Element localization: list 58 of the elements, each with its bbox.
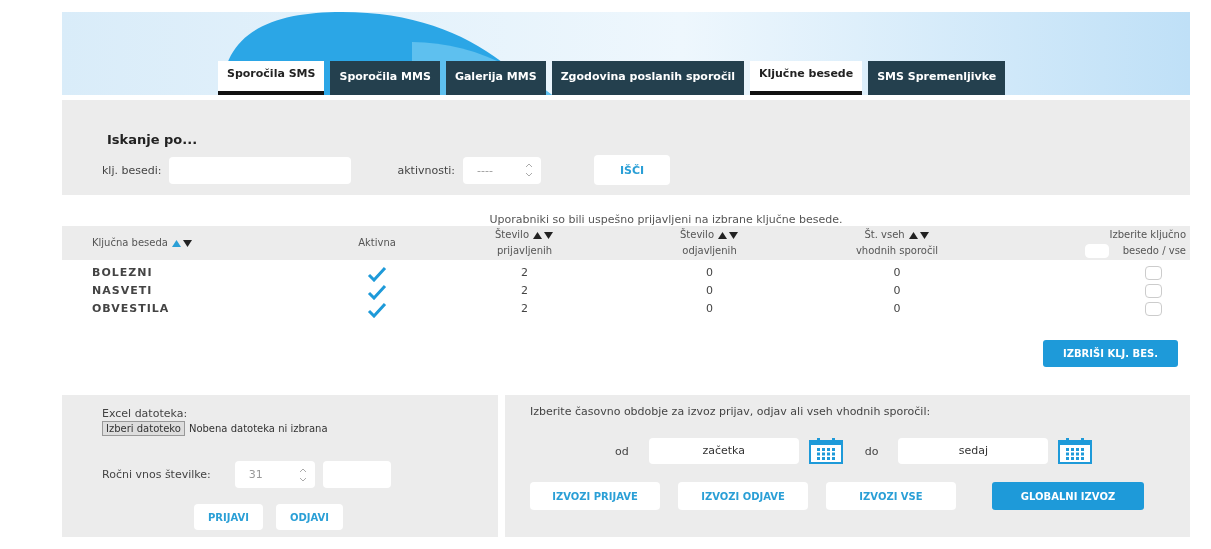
search-title: Iskanje po...: [106, 131, 199, 147]
tab[interactable]: Galerija MMS: [445, 61, 546, 95]
activity-spinner[interactable]: ----: [462, 156, 541, 184]
delete-button[interactable]: IZBRIŠI KLJ. BES.: [1043, 340, 1178, 367]
tab[interactable]: Zgodovina poslanih sporočil: [551, 61, 744, 95]
field-label: do: [864, 444, 879, 458]
export-instructions: Izberite časovno obdobje za izvoz prijav, odjav ali vseh vhodnih sporočil:: [530, 405, 932, 418]
export-button[interactable]: IZVOZI VSE: [826, 482, 956, 510]
column-header: prijavljenih: [496, 244, 553, 258]
calendar-icon[interactable]: [808, 438, 843, 464]
status-message: Uporabniki so bili uspešno prijavljeni na izbrane ključne besede.: [488, 213, 844, 226]
keyword-cell-text: OBVESTILA: [91, 302, 171, 317]
column-header: odjavljenih: [682, 244, 737, 258]
column-header: Izberite ključno: [1109, 228, 1186, 242]
table-cell-text: 2: [520, 284, 529, 299]
checkbox[interactable]: [1145, 284, 1162, 298]
export-button[interactable]: IZVOZI ODJAVE: [678, 482, 808, 510]
checkbox[interactable]: [1145, 302, 1162, 316]
field-label: aktivnosti:: [397, 163, 455, 177]
table-cell-text: 2: [520, 266, 529, 281]
export-button[interactable]: GLOBALNI IZVOZ: [992, 482, 1144, 510]
field-label: Ročni vnos številke:: [102, 468, 211, 481]
table-cell-text: 0: [892, 266, 902, 281]
export-button[interactable]: IZVOZI PRIJAVE: [530, 482, 660, 510]
search-button[interactable]: IŠČI: [593, 155, 671, 185]
action-button[interactable]: ODJAVI: [276, 504, 344, 530]
field-label: od: [615, 444, 629, 458]
column-header: Število: [680, 227, 714, 242]
calendar-icon[interactable]: [1058, 438, 1093, 464]
checkbox[interactable]: [1145, 266, 1162, 280]
table-cell-text: 0: [705, 266, 714, 281]
tab[interactable]: SMS Spremenljivke: [868, 61, 1006, 95]
spinner-arrows-icon: [524, 162, 533, 178]
date-field[interactable]: sedaj: [898, 438, 1049, 464]
column-header: Aktivna: [358, 236, 396, 250]
column-header: besedo / vse: [1122, 244, 1186, 258]
tab[interactable]: Ključne besede: [749, 61, 863, 95]
table-cell-text: 0: [892, 302, 902, 317]
field-label: Excel datoteka:: [102, 407, 189, 420]
file-status: Nobena datoteka ni izbrana: [188, 423, 328, 434]
table-cell-text: 0: [892, 284, 902, 299]
column-header: Število: [495, 227, 529, 242]
table-cell-text: 2: [520, 302, 529, 317]
table-cell-text: 0: [705, 302, 714, 317]
spinner-arrows-icon: [298, 466, 307, 483]
table-cell-text: 0: [705, 284, 714, 299]
number-spinner[interactable]: 31: [234, 461, 315, 488]
tab[interactable]: Sporočila MMS: [330, 61, 440, 95]
choose-file-button[interactable]: Izberi datoteko: [102, 421, 185, 436]
column-header: Ključna beseda: [92, 236, 168, 250]
column-header: Št. vseh: [864, 227, 905, 242]
keyword-cell-text: BOLEZNI: [91, 266, 154, 281]
keyword-cell-text: NASVETI: [91, 284, 154, 299]
tab[interactable]: Sporočila SMS: [218, 61, 325, 95]
action-button[interactable]: PRIJAVI: [194, 504, 263, 530]
column-header: vhodnih sporočil: [855, 244, 939, 258]
date-field[interactable]: začetka: [648, 438, 799, 464]
field-label: klj. besedi:: [102, 163, 162, 177]
